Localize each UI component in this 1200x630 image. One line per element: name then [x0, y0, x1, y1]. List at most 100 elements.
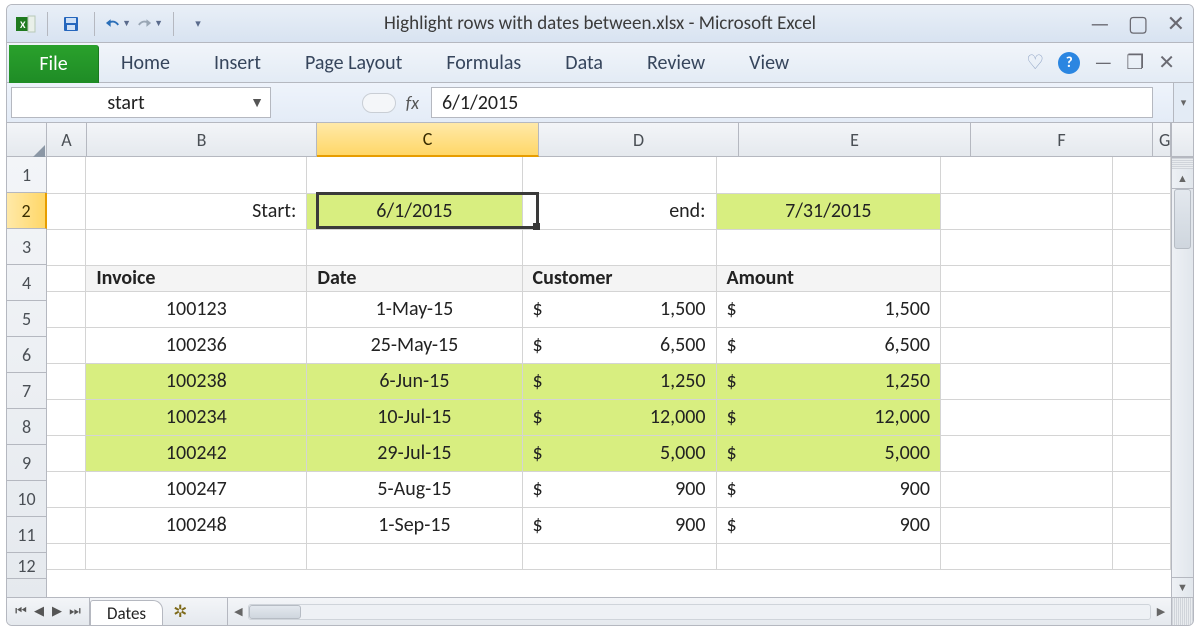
cell-invoice[interactable]: 100123 [86, 291, 307, 327]
cell-date[interactable]: 1-May-15 [307, 291, 522, 327]
horizontal-scrollbar[interactable]: ◀ ▶ [227, 598, 1171, 625]
col-B[interactable]: B [87, 123, 317, 156]
tab-insert[interactable]: Insert [192, 43, 283, 82]
row-9[interactable]: 9 [7, 445, 46, 481]
split-handle[interactable] [1172, 157, 1193, 169]
maximize-button[interactable]: ▢ [1128, 13, 1149, 35]
cell-invoice[interactable]: 100236 [86, 327, 307, 363]
scroll-track[interactable] [1172, 189, 1193, 577]
col-F[interactable]: F [971, 123, 1153, 156]
save-icon[interactable] [58, 12, 84, 36]
cell-invoice[interactable]: 100234 [86, 399, 307, 435]
cell-invoice[interactable]: 100242 [86, 435, 307, 471]
cell-customer[interactable]: 12,000 [522, 399, 716, 435]
col-C[interactable]: C [317, 123, 539, 157]
h-scroll-track[interactable] [248, 604, 1151, 620]
col-G[interactable]: G [1153, 123, 1171, 156]
cell-customer[interactable]: 1,500 [522, 291, 716, 327]
cell-amount[interactable]: 5,000 [716, 435, 940, 471]
cell-amount[interactable]: 1,500 [716, 291, 940, 327]
cell-customer[interactable]: 5,000 [522, 435, 716, 471]
cell-date[interactable]: 5-Aug-15 [307, 471, 522, 507]
scroll-thumb[interactable] [1174, 189, 1191, 249]
col-E[interactable]: E [739, 123, 971, 156]
cell-amount[interactable]: 900 [716, 471, 940, 507]
undo-button[interactable]: ▼ [105, 12, 131, 36]
start-value[interactable]: 6/1/2015 [307, 193, 522, 229]
minimize-ribbon-icon[interactable]: ♡ [1026, 50, 1044, 75]
cell-date[interactable]: 29-Jul-15 [307, 435, 522, 471]
doc-close-button[interactable]: ✕ [1158, 50, 1175, 75]
cells-area[interactable]: Start: 6/1/2015 end: 7/31/2015 Invoice D… [47, 157, 1171, 597]
cell-invoice[interactable]: 100248 [86, 507, 307, 543]
row-2[interactable]: 2 [7, 193, 47, 229]
name-box[interactable]: start ▼ [11, 87, 271, 118]
new-sheet-button[interactable]: ✲ [163, 598, 197, 625]
row-3[interactable]: 3 [7, 229, 46, 265]
sheet-nav-buttons[interactable]: ⏮ ◀ ▶ ⏭ [7, 598, 90, 625]
row-11[interactable]: 11 [7, 517, 46, 553]
cell-date[interactable]: 10-Jul-15 [307, 399, 522, 435]
name-box-value: start [12, 91, 240, 115]
col-A[interactable]: A [47, 123, 87, 156]
sheet-tab[interactable]: Dates [90, 600, 163, 625]
customize-qat-button[interactable]: ▾ [184, 12, 210, 36]
row-1[interactable]: 1 [7, 157, 46, 193]
cell-amount[interactable]: 6,500 [716, 327, 940, 363]
cell-customer[interactable]: 900 [522, 507, 716, 543]
tab-formulas[interactable]: Formulas [424, 43, 543, 82]
cell-date[interactable]: 1-Sep-15 [307, 507, 522, 543]
row-7[interactable]: 7 [7, 373, 46, 409]
last-sheet-icon[interactable]: ⏭ [67, 604, 83, 619]
expand-formula-bar[interactable]: ▾ [1173, 83, 1193, 122]
row-5[interactable]: 5 [7, 301, 46, 337]
prev-sheet-icon[interactable]: ◀ [31, 604, 47, 619]
chevron-down-icon[interactable]: ▼ [122, 18, 131, 29]
scroll-down-button[interactable]: ▼ [1172, 577, 1193, 597]
chevron-down-icon[interactable]: ▼ [154, 18, 163, 29]
scroll-up-button[interactable]: ▲ [1172, 169, 1193, 189]
column-headers: A B C D E F G [7, 123, 1193, 157]
cell-invoice[interactable]: 100238 [86, 363, 307, 399]
chevron-down-icon[interactable]: ▼ [250, 94, 264, 111]
file-tab[interactable]: File [9, 45, 99, 83]
minimize-button[interactable]: — [1090, 13, 1110, 35]
tab-home[interactable]: Home [99, 43, 192, 82]
cell-amount[interactable]: 900 [716, 507, 940, 543]
cell-customer[interactable]: 6,500 [522, 327, 716, 363]
cell-customer[interactable]: 1,250 [522, 363, 716, 399]
fx-icon[interactable]: fx [406, 92, 419, 114]
row-4[interactable]: 4 [7, 265, 46, 301]
tab-review[interactable]: Review [625, 43, 727, 82]
end-value[interactable]: 7/31/2015 [716, 193, 940, 229]
h-scroll-thumb[interactable] [249, 605, 301, 619]
row-6[interactable]: 6 [7, 337, 46, 373]
resize-grip[interactable] [1171, 598, 1193, 625]
cell-date[interactable]: 25-May-15 [307, 327, 522, 363]
window-controls: — ▢ ✕ [1090, 13, 1185, 35]
doc-minimize-button[interactable]: — [1094, 51, 1112, 75]
row-10[interactable]: 10 [7, 481, 46, 517]
tab-data[interactable]: Data [543, 43, 625, 82]
row-12[interactable]: 12 [7, 553, 46, 579]
cell-amount[interactable]: 1,250 [716, 363, 940, 399]
help-icon[interactable]: ? [1058, 52, 1080, 74]
close-button[interactable]: ✕ [1167, 13, 1185, 35]
cell-date[interactable]: 6-Jun-15 [307, 363, 522, 399]
next-sheet-icon[interactable]: ▶ [49, 604, 65, 619]
first-sheet-icon[interactable]: ⏮ [13, 604, 29, 619]
cell-customer[interactable]: 900 [522, 471, 716, 507]
cell-amount[interactable]: 12,000 [716, 399, 940, 435]
scroll-right-button[interactable]: ▶ [1151, 605, 1171, 618]
formula-input[interactable]: 6/1/2015 [431, 87, 1153, 118]
cell-invoice[interactable]: 100247 [86, 471, 307, 507]
tab-page-layout[interactable]: Page Layout [283, 43, 424, 82]
select-all-corner[interactable] [7, 123, 47, 156]
vertical-scrollbar[interactable]: ▲ ▼ [1171, 157, 1193, 597]
tab-view[interactable]: View [727, 43, 811, 82]
redo-button[interactable]: ▼ [137, 12, 163, 36]
col-D[interactable]: D [539, 123, 739, 156]
scroll-left-button[interactable]: ◀ [228, 605, 248, 618]
row-8[interactable]: 8 [7, 409, 46, 445]
doc-restore-button[interactable]: ❐ [1126, 50, 1144, 75]
